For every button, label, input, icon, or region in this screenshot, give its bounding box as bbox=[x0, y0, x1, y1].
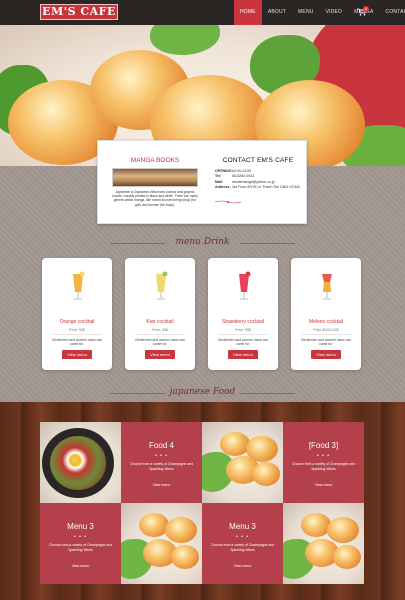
manga-block: MANGA BOOKS Japanese or Japanese-influen… bbox=[112, 157, 198, 207]
drink-price: Price:$1000.00$ bbox=[313, 328, 339, 332]
site-logo[interactable]: EM'S CAFE bbox=[40, 4, 118, 20]
food-tile[interactable]: Menu 3 • • • Choose from a variety of Ch… bbox=[202, 503, 283, 584]
drink-card: Kiwi cocktail Price: 55$ Gentlemen and w… bbox=[125, 258, 195, 370]
food-name: [Food 3] bbox=[308, 441, 339, 450]
drink-card: Orange cocktail Price: 55$ Gentlemen and… bbox=[42, 258, 112, 370]
drink-section-heading: menu Drink bbox=[0, 237, 405, 249]
view-menu-link[interactable]: View menu bbox=[40, 564, 121, 568]
drink-card: Melons cocktail Price:$1000.00$ Gentleme… bbox=[291, 258, 361, 370]
contact-row-address: Address: 3rd Floor 8/Y/H Le Thanh Ton Dis… bbox=[215, 185, 301, 190]
cocktail-glass-icon bbox=[156, 271, 168, 300]
view-menu-link[interactable]: View menu bbox=[121, 483, 202, 487]
drink-name: Orange cocktail bbox=[59, 319, 95, 325]
nav-item-video[interactable]: VIDEO bbox=[320, 0, 349, 25]
drink-name: Strawberry cocktail bbox=[221, 319, 265, 325]
manga-shop-photo bbox=[112, 168, 198, 187]
view-menu-button[interactable]: View menu bbox=[145, 350, 175, 359]
drink-price: Price: 55$ bbox=[152, 328, 168, 332]
food-description: Choose from a variety of Champagne and S… bbox=[292, 462, 355, 471]
manga-title[interactable]: MANGA BOOKS bbox=[112, 157, 198, 164]
drink-description: Gentlemen and women class can come for. bbox=[300, 338, 352, 347]
cart-count-badge: 0 bbox=[363, 6, 369, 12]
food-description: Choose from a variety of Champagne and S… bbox=[130, 462, 193, 471]
main-nav: HOME ABOUT MENU VIDEO MANGA CONTACT bbox=[234, 0, 405, 25]
view-menu-button[interactable]: View menu bbox=[228, 350, 258, 359]
top-navigation-bar: EM'S CAFE HOME ABOUT MENU VIDEO MANGA CO… bbox=[0, 0, 405, 25]
info-panel: MANGA BOOKS Japanese or Japanese-influen… bbox=[97, 140, 307, 224]
view-menu-link[interactable]: View menu bbox=[202, 564, 283, 568]
drink-price: Price: 55$ bbox=[69, 328, 85, 332]
nav-item-menu[interactable]: MENU bbox=[292, 0, 320, 25]
contact-block: CONTACT EM'S CAFE OPENING: 10:00-24:00 Te… bbox=[214, 157, 301, 209]
drink-price: Price: 55$ bbox=[235, 328, 251, 332]
food-tile[interactable]: Menu 3 • • • Choose from a variety of Ch… bbox=[40, 503, 121, 584]
drink-description: Gentlemen and women class can come for. bbox=[51, 338, 103, 347]
food-name: Menu 3 bbox=[67, 522, 94, 531]
view-menu-button[interactable]: View menu bbox=[62, 350, 92, 359]
nav-item-home[interactable]: HOME bbox=[234, 0, 262, 25]
food-name: Menu 3 bbox=[229, 522, 256, 531]
drink-description: Gentlemen and women class can come for. bbox=[134, 338, 186, 347]
lettuce-leaf bbox=[150, 25, 220, 55]
view-menu-button[interactable]: View menu bbox=[311, 350, 341, 359]
food-tile[interactable]: Food 4 • • • Choose from a variety of Ch… bbox=[121, 422, 202, 503]
food-photo-karaage bbox=[283, 503, 364, 584]
food-photo-bibimbap bbox=[40, 422, 121, 503]
ornament-divider-icon bbox=[215, 200, 241, 204]
food-photo-karaage bbox=[121, 503, 202, 584]
view-menu-link[interactable]: View menu bbox=[283, 483, 364, 487]
drink-description: Gentlemen and women class can come for. bbox=[217, 338, 269, 347]
food-section-heading: japanese Food bbox=[0, 387, 405, 399]
food-description: Choose from a variety of Champagne and S… bbox=[49, 543, 112, 552]
food-description: Choose from a variety of Champagne and S… bbox=[211, 543, 274, 552]
food-tile[interactable]: [Food 3] • • • Choose from a variety of … bbox=[283, 422, 364, 503]
cocktail-glass-icon bbox=[73, 271, 85, 300]
nav-item-about[interactable]: ABOUT bbox=[262, 0, 292, 25]
food-photo-karaage bbox=[202, 422, 283, 503]
drink-name: Kiwi cocktail bbox=[146, 319, 174, 325]
manga-description: Japanese or Japanese-influenced comics a… bbox=[112, 190, 198, 207]
cocktail-glass-icon bbox=[239, 271, 251, 300]
contact-title: CONTACT EM'S CAFE bbox=[222, 157, 294, 164]
cocktail-glass-icon bbox=[322, 274, 332, 300]
drink-name: Melons cocktail bbox=[308, 319, 344, 325]
nav-item-contact[interactable]: CONTACT bbox=[379, 0, 405, 25]
drink-card: Strawberry cocktail Price: 55$ Gentlemen… bbox=[208, 258, 278, 370]
food-name: Food 4 bbox=[149, 441, 174, 450]
